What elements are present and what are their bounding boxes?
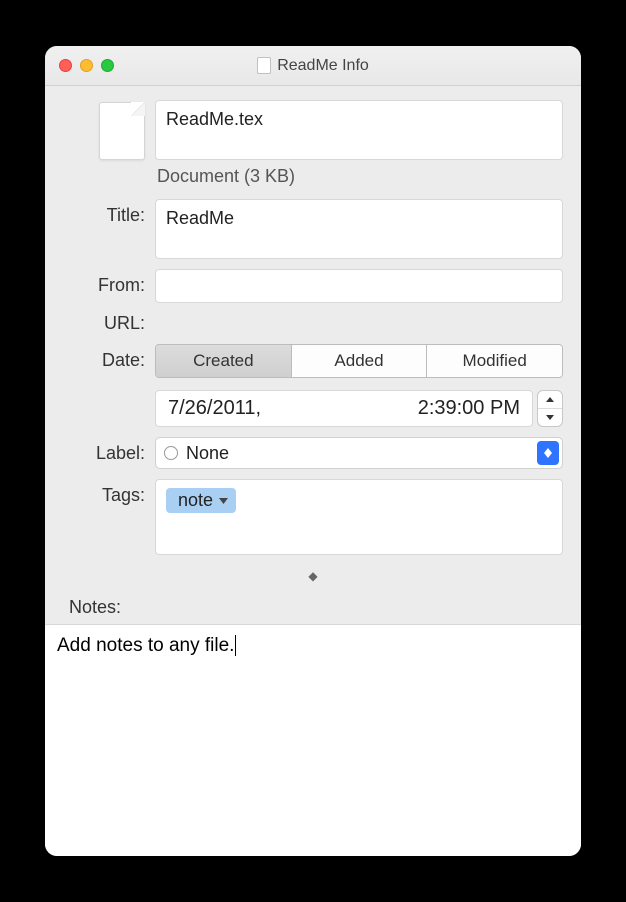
content-area: ReadMe.tex Document (3 KB) Title: ReadMe…	[45, 86, 581, 624]
label-color-circle-icon	[164, 446, 178, 460]
document-icon	[257, 57, 271, 74]
title-label: Title:	[63, 199, 145, 226]
from-label: From:	[63, 269, 145, 296]
stepper-down[interactable]	[538, 409, 562, 426]
label-select-value: None	[186, 443, 229, 464]
label-select[interactable]: None	[155, 437, 563, 469]
tag-chip[interactable]: note	[166, 488, 236, 513]
segment-added[interactable]: Added	[292, 345, 428, 377]
traffic-lights	[45, 59, 114, 72]
tags-field[interactable]: note	[155, 479, 563, 555]
from-field[interactable]	[155, 269, 563, 303]
filename-field[interactable]: ReadMe.tex	[155, 100, 563, 160]
date-label: Date:	[63, 344, 145, 371]
stepper-up[interactable]	[538, 391, 562, 409]
date-time-field[interactable]: 7/26/2011, 2:39:00 PM	[155, 390, 533, 427]
notes-label: Notes:	[63, 597, 563, 624]
notes-text: Add notes to any file.	[57, 635, 236, 656]
splitter-handle[interactable]: ◆	[63, 565, 563, 587]
info-window: ReadMe Info ReadMe.tex Document (3 KB) T…	[45, 46, 581, 856]
segment-modified[interactable]: Modified	[427, 345, 562, 377]
title-value: ReadMe	[166, 208, 234, 229]
file-icon	[99, 102, 145, 160]
window-title: ReadMe Info	[277, 57, 369, 75]
filename-text: ReadMe.tex	[166, 109, 263, 130]
titlebar: ReadMe Info	[45, 46, 581, 86]
date-stepper	[537, 390, 563, 427]
date-segmented-control: Created Added Modified	[155, 344, 563, 378]
title-field[interactable]: ReadMe	[155, 199, 563, 259]
file-kind-size: Document (3 KB)	[155, 160, 563, 189]
date-value: 7/26/2011,	[168, 397, 261, 420]
tags-label: Tags:	[63, 479, 145, 506]
minimize-button[interactable]	[80, 59, 93, 72]
time-value: 2:39:00 PM	[418, 397, 520, 420]
close-button[interactable]	[59, 59, 72, 72]
chevron-down-icon	[219, 495, 228, 507]
segment-created[interactable]: Created	[156, 345, 292, 377]
url-label: URL:	[63, 313, 145, 334]
zoom-button[interactable]	[101, 59, 114, 72]
label-label: Label:	[63, 437, 145, 464]
notes-textarea[interactable]: Add notes to any file.	[45, 624, 581, 856]
tag-chip-text: note	[178, 490, 213, 511]
select-arrows-icon	[537, 441, 559, 465]
